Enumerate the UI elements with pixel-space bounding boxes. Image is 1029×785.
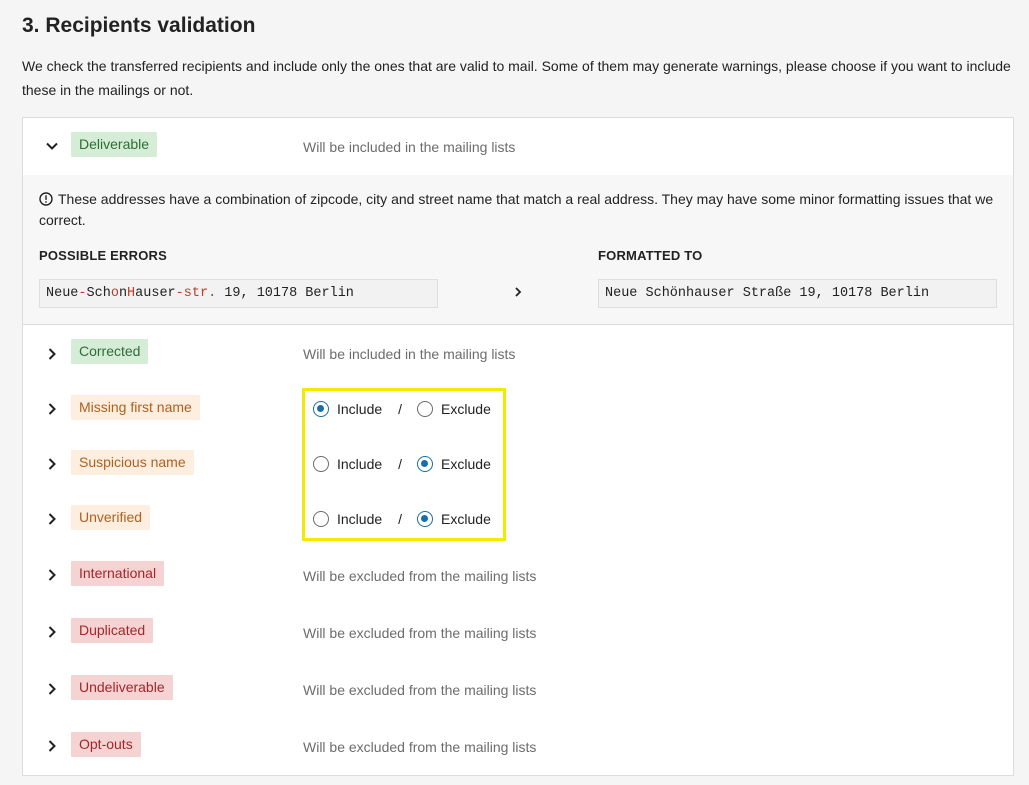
choice-separator: /: [398, 511, 403, 527]
include-exclude-choice: Include / Exclude: [313, 399, 491, 419]
group-row-undeliverable: Undeliverable Will be excluded from the …: [23, 660, 1013, 718]
undeliverable-status: Will be excluded from the mailing lists: [303, 682, 537, 698]
section-description: We check the transferred recipients and …: [22, 58, 1011, 98]
chevron-right-icon[interactable]: [45, 347, 59, 361]
corrected-status: Will be included in the mailing lists: [303, 346, 516, 362]
formatted-to-heading: FORMATTED TO: [598, 248, 703, 263]
section-title: 3. Recipients validation: [22, 14, 256, 37]
deliverable-status: Will be included in the mailing lists: [303, 139, 516, 155]
chevron-right-icon[interactable]: [45, 739, 59, 753]
include-exclude-choice: Include / Exclude: [313, 454, 491, 474]
chevron-right-icon[interactable]: [45, 682, 59, 696]
group-row-missing-first-name: Missing first name Include / Exclude: [23, 381, 1013, 437]
chevron-right-icon[interactable]: [45, 457, 59, 471]
opt-outs-badge: Opt-outs: [71, 732, 141, 757]
suspicious-name-badge: Suspicious name: [71, 450, 194, 475]
possible-errors-heading: POSSIBLE ERRORS: [39, 248, 167, 263]
unverified-badge: Unverified: [71, 505, 151, 530]
group-row-unverified: Unverified Include / Exclude: [23, 491, 1013, 547]
deliverable-badge: Deliverable: [71, 132, 158, 157]
exclude-label[interactable]: Exclude: [441, 456, 491, 472]
chevron-right-icon[interactable]: [45, 512, 59, 526]
include-radio[interactable]: [313, 456, 329, 472]
undeliverable-badge: Undeliverable: [71, 675, 173, 700]
include-radio[interactable]: [313, 511, 329, 527]
include-label[interactable]: Include: [337, 511, 382, 527]
deliverable-info: These addresses have a combination of zi…: [39, 189, 1004, 231]
exclude-radio[interactable]: [417, 511, 434, 527]
choice-separator: /: [398, 456, 403, 472]
recipient-groups-panel: Deliverable Will be included in the mail…: [22, 117, 1014, 776]
corrected-badge: Corrected: [71, 339, 149, 364]
duplicated-badge: Duplicated: [71, 618, 154, 643]
missing-first-name-badge: Missing first name: [71, 395, 200, 420]
deliverable-info-text: These addresses have a combination of zi…: [39, 191, 994, 228]
chevron-right-icon[interactable]: [45, 402, 59, 416]
exclude-label[interactable]: Exclude: [441, 401, 491, 417]
duplicated-status: Will be excluded from the mailing lists: [303, 625, 537, 641]
exclude-radio[interactable]: [417, 456, 434, 472]
exclude-label[interactable]: Exclude: [441, 511, 491, 527]
group-row-suspicious-name: Suspicious name Include / Exclude: [23, 436, 1013, 492]
exclude-radio[interactable]: [417, 401, 434, 417]
include-label[interactable]: Include: [337, 401, 382, 417]
info-circle-icon: [39, 191, 53, 206]
include-label[interactable]: Include: [337, 456, 382, 472]
choice-separator: /: [398, 401, 403, 417]
formatted-example-box: Neue Schönhauser Straße 19, 10178 Berlin: [598, 279, 997, 308]
chevron-right-icon[interactable]: [45, 568, 59, 582]
error-example-box: Neue-SchonHauser-str. 19, 10178 Berlin: [39, 279, 438, 308]
group-row-deliverable: Deliverable Will be included in the mail…: [23, 118, 1013, 326]
international-badge: International: [71, 561, 165, 586]
group-row-international: International Will be excluded from the …: [23, 546, 1013, 604]
deliverable-details: These addresses have a combination of zi…: [23, 175, 1013, 325]
group-row-opt-outs: Opt-outs Will be excluded from the maili…: [23, 717, 1013, 775]
opt-outs-status: Will be excluded from the mailing lists: [303, 739, 537, 755]
include-exclude-choice: Include / Exclude: [313, 509, 491, 529]
international-status: Will be excluded from the mailing lists: [303, 568, 537, 584]
group-row-corrected: Corrected Will be included in the mailin…: [23, 325, 1013, 382]
chevron-right-icon[interactable]: [45, 625, 59, 639]
include-radio[interactable]: [313, 401, 329, 417]
group-row-duplicated: Duplicated Will be excluded from the mai…: [23, 603, 1013, 661]
arrow-right-icon: [511, 285, 525, 299]
chevron-down-icon[interactable]: [45, 139, 59, 153]
